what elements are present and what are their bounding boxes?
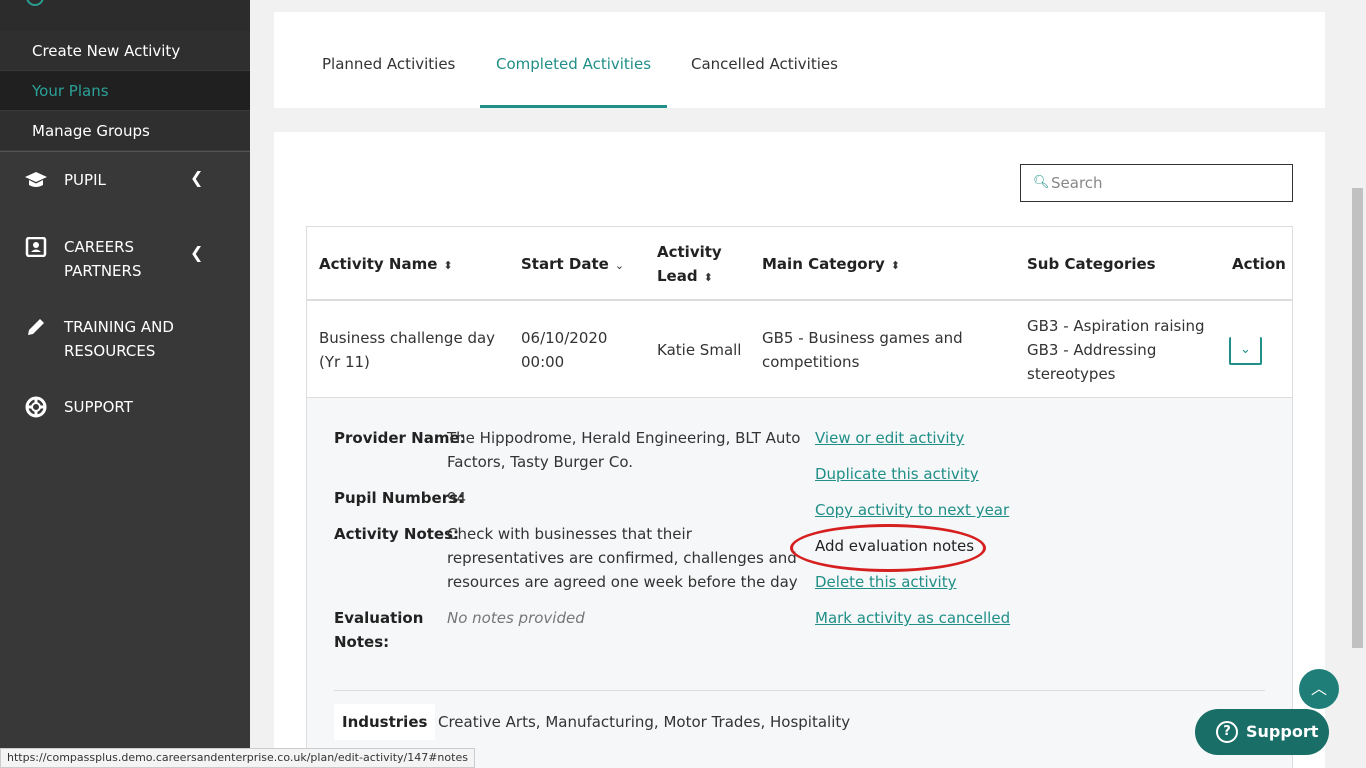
sidebar-item-create-new-activity[interactable]: Create New Activity: [0, 31, 250, 71]
duplicate-activity-link[interactable]: Duplicate this activity: [815, 462, 979, 486]
view-edit-activity-link[interactable]: View or edit activity: [815, 426, 964, 450]
provider-line2: Factors, Tasty Burger Co.: [447, 453, 634, 471]
cell-text-line2: competitions: [762, 353, 860, 371]
sidebar-item-label-line2: PARTNERS: [64, 262, 142, 280]
sidebar-item-label: CAREERS: [64, 238, 135, 256]
table-row: Business challenge day (Yr 11) 06/10/2020…: [307, 301, 1292, 398]
sidebar-item-support[interactable]: SUPPORT: [0, 395, 250, 421]
sidebar-item-training-resources[interactable]: TRAINING AND RESOURCES: [0, 315, 250, 365]
sidebar: Create New Activity Your Plans Manage Gr…: [0, 0, 250, 768]
divider: [334, 690, 1265, 691]
highlight-oval: [790, 524, 986, 572]
notes-line1: Check with businesses that their: [447, 525, 692, 543]
activity-notes-value: Check with businesses that their represen…: [447, 522, 798, 594]
activities-card: 🔍︎ Activity Name ⬍ Start Date ⌄ Activity Le…: [274, 132, 1325, 768]
search-input[interactable]: [1051, 166, 1287, 200]
evaluation-notes-label: Evaluation Notes:: [334, 606, 423, 654]
chevron-left-icon: ❮: [190, 243, 204, 262]
cell-start-date: 06/10/2020 00:00: [521, 326, 607, 374]
cell-text-line2: GB3 - Addressing: [1027, 341, 1157, 359]
sidebar-item-label-line2: RESOURCES: [64, 342, 156, 360]
sidebar-item-label: PUPIL: [64, 171, 106, 189]
scroll-to-top-button[interactable]: ︿: [1299, 669, 1339, 709]
header-label: Start Date: [521, 255, 609, 273]
industries-label: Industries: [334, 704, 436, 740]
evaluation-notes-value: No notes provided: [447, 609, 585, 627]
header-activity-name[interactable]: Activity Name ⬍: [319, 252, 453, 278]
sidebar-item-label: TRAINING AND: [64, 318, 174, 336]
plans-submenu: Create New Activity Your Plans Manage Gr…: [0, 31, 250, 152]
page-scrollbar[interactable]: [1349, 0, 1366, 768]
cell-text-line2: 00:00: [521, 353, 565, 371]
support-label: Support: [1246, 722, 1319, 741]
tab-planned-activities[interactable]: Planned Activities: [306, 12, 471, 108]
expand-action-button[interactable]: ⌄: [1229, 337, 1262, 365]
notes-line3: resources are agreed one week before the…: [447, 573, 798, 591]
tab-completed-activities[interactable]: Completed Activities: [480, 12, 668, 108]
provider-name-label: Provider Name:: [334, 429, 466, 447]
cell-activity-name: Business challenge day (Yr 11): [319, 326, 495, 374]
cell-sub-categories: GB3 - Aspiration raising GB3 - Addressing…: [1027, 314, 1205, 386]
activities-table: Activity Name ⬍ Start Date ⌄ Activity Lead ⬍…: [306, 226, 1293, 768]
chevron-down-icon: ⌄: [1240, 342, 1251, 357]
header-action: Action: [1232, 255, 1286, 273]
header-label: Main Category: [762, 255, 885, 273]
sidebar-item-pupil[interactable]: PUPIL ❮: [0, 168, 250, 194]
cell-text: GB5 - Business games and: [762, 329, 963, 347]
sort-desc-icon: ⌄: [614, 259, 625, 272]
header-main-category[interactable]: Main Category ⬍: [762, 252, 900, 278]
header-start-date[interactable]: Start Date ⌄: [521, 252, 624, 278]
tab-cancelled-activities[interactable]: Cancelled Activities: [675, 12, 854, 108]
scrollbar-thumb[interactable]: [1352, 188, 1363, 648]
search-icon: 🔍︎: [1033, 175, 1050, 190]
cell-activity-lead: Katie Small: [657, 341, 742, 359]
cell-text-line2: (Yr 11): [319, 353, 370, 371]
provider-name-value: The Hippodrome, Herald Engineering, BLT …: [447, 426, 800, 474]
sort-icon: ⬍: [890, 259, 901, 272]
cell-main-category: GB5 - Business games and competitions: [762, 326, 963, 374]
cell-text-line3: stereotypes: [1027, 365, 1116, 383]
sidebar-item-your-plans[interactable]: Your Plans: [0, 71, 250, 111]
search-box: 🔍︎: [1020, 164, 1293, 202]
sort-icon: ⬍: [703, 271, 713, 284]
chevron-up-icon: ︿: [1310, 679, 1327, 698]
header-sub-categories: Sub Categories: [1027, 255, 1156, 273]
provider-line1: The Hippodrome, Herald Engineering, BLT …: [447, 429, 801, 447]
tabs-card: Planned Activities Completed Activities …: [274, 12, 1325, 108]
table-header: Activity Name ⬍ Start Date ⌄ Activity Lead ⬍…: [307, 227, 1292, 301]
header-label: Activity Name: [319, 255, 438, 273]
eval-label-line1: Evaluation: [334, 609, 424, 627]
chevron-left-icon: ❮: [190, 168, 204, 187]
cell-text: 06/10/2020: [521, 329, 608, 347]
support-button[interactable]: ? Support: [1195, 709, 1329, 755]
sidebar-item-careers-partners[interactable]: CAREERS PARTNERS ❮: [0, 235, 250, 285]
header-activity-lead[interactable]: Activity Lead ⬍: [657, 240, 722, 290]
sidebar-top: [0, 0, 250, 31]
cell-text: GB3 - Aspiration raising: [1027, 317, 1205, 335]
contact-card-icon: [24, 235, 48, 259]
logo-circle-icon: [26, 0, 44, 6]
header-label: Activity: [657, 243, 722, 261]
status-bar-url: https://compassplus.demo.careersandenter…: [0, 748, 475, 768]
cell-text: Business challenge day: [319, 329, 496, 347]
graduation-cap-icon: [24, 168, 48, 192]
pupil-numbers-label: Pupil Numbers:: [334, 489, 465, 507]
lifebuoy-icon: [24, 395, 48, 419]
activity-detail-panel: Provider Name: The Hippodrome, Herald En…: [307, 398, 1292, 768]
pupil-numbers-value: 94: [447, 489, 467, 507]
pencil-icon: [24, 315, 48, 339]
eval-label-line2: Notes:: [334, 633, 390, 651]
question-icon: ?: [1216, 721, 1238, 743]
sort-icon: ⬍: [443, 259, 453, 272]
copy-activity-next-year-link[interactable]: Copy activity to next year: [815, 498, 1009, 522]
mark-cancelled-link[interactable]: Mark activity as cancelled: [815, 606, 1010, 630]
notes-line2: representatives are confirmed, challenge…: [447, 549, 797, 567]
delete-activity-link[interactable]: Delete this activity: [815, 570, 956, 594]
header-label-line2: Lead: [657, 267, 698, 285]
industries-value: Creative Arts, Manufacturing, Motor Trad…: [438, 713, 851, 731]
activity-notes-label: Activity Notes:: [334, 525, 460, 543]
sidebar-item-label: SUPPORT: [64, 398, 133, 416]
sidebar-item-manage-groups[interactable]: Manage Groups: [0, 111, 250, 151]
